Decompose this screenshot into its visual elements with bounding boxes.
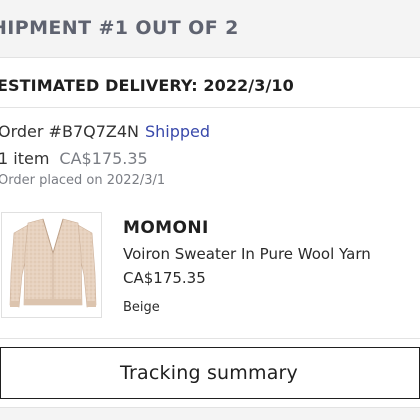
estimated-delivery-text: ESTIMATED DELIVERY: 2022/3/10: [0, 76, 294, 95]
product-image[interactable]: [1, 212, 102, 318]
order-total: CA$175.35: [59, 149, 148, 168]
shipment-title: HIPMENT #1 OUT OF 2: [0, 17, 239, 39]
product-card[interactable]: MOMONI Voiron Sweater In Pure Wool Yarn …: [0, 212, 420, 320]
product-name[interactable]: Voiron Sweater In Pure Wool Yarn: [123, 245, 371, 263]
section-divider: [0, 338, 420, 339]
order-placed-date: Order placed on 2022/3/1: [0, 173, 166, 188]
estimated-delivery-row: ESTIMATED DELIVERY: 2022/3/10: [0, 68, 420, 108]
order-status: Shipped: [145, 122, 211, 141]
product-price: CA$175.35: [123, 269, 206, 287]
next-section-band: [0, 407, 420, 420]
beige-sweater-image: [9, 218, 97, 308]
order-number-line: Order #B7Q7Z4N Shipped: [0, 122, 210, 141]
product-color: Beige: [123, 300, 160, 315]
item-count: 1 item: [0, 149, 50, 168]
order-items-line: 1 item CA$175.35: [0, 149, 148, 168]
order-number: Order #B7Q7Z4N: [0, 122, 139, 141]
product-brand: MOMONI: [123, 218, 209, 238]
shipment-header: HIPMENT #1 OUT OF 2: [0, 0, 420, 58]
tracking-summary-label: Tracking summary: [120, 362, 298, 384]
tracking-summary-button[interactable]: Tracking summary: [0, 347, 420, 399]
